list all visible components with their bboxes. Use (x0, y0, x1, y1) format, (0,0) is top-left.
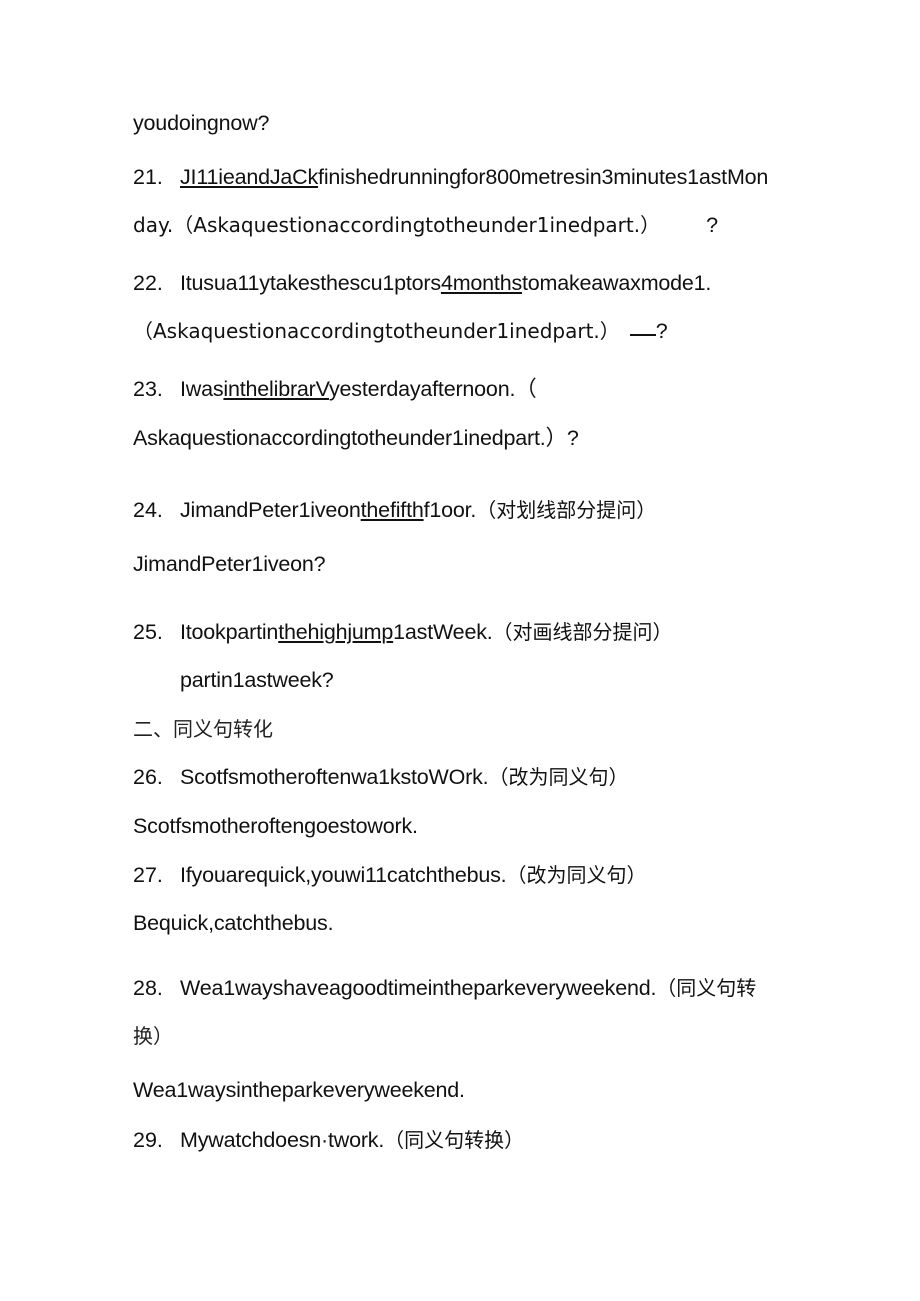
item-number-22: 22. (133, 271, 163, 295)
item-23-line-1-post: yesterdayafternoon.（ (328, 377, 537, 401)
item-25-line-1-post: 1astWeek. (393, 620, 493, 644)
item-27-instruction: （改为同义句） (506, 863, 647, 887)
item-number-24: 24. (133, 498, 163, 522)
item-22-instruction: （Askaquestionaccordingtotheunder1inedpar… (133, 319, 620, 343)
item-22-line-1-post: tomakeawaxmode1. (522, 271, 712, 295)
item-28-instruction-wrap: 换） (133, 1024, 173, 1048)
item-24-line-1: JimandPeter1iveonthefifthf1oor.（对划线部分提问） (180, 497, 656, 523)
item-22-line-2: （Askaquestionaccordingtotheunder1inedpar… (133, 318, 668, 344)
item-25-line-1: Itookpartinthehighjump1astWeek.（对画线部分提问） (180, 619, 673, 645)
item-28-line-1: Wea1wayshaveagoodtimeintheparkeveryweeke… (180, 975, 756, 1001)
item-29-instruction: （同义句转换） (384, 1128, 525, 1152)
item-21-line-1-rest: finishedrunningfor800metresin3minutes1as… (318, 165, 769, 189)
item-28-instruction: （同义句转 (656, 976, 757, 1000)
item-number-21: 21. (133, 165, 163, 189)
item-number-27: 27. (133, 863, 163, 887)
item-21-instruction: day.（Askaquestionaccordingtotheunder1ine… (133, 213, 661, 237)
item-22-line-1-pre: Itusua11ytakesthescu1ptors (180, 271, 441, 295)
item-26-line-2: Scotfsmotheroftengoestowork. (133, 814, 418, 838)
item-21-question-mark: ? (706, 213, 718, 237)
item-number-25: 25. (133, 620, 163, 644)
item-25-line-2: partin1astweek? (180, 668, 334, 692)
item-24-instruction: （对划线部分提问） (476, 498, 657, 522)
item-22-line-1: Itusua11ytakesthescu1ptors4monthstomakea… (180, 270, 711, 296)
item-26-line-1: Scotfsmotheroftenwa1kstoWOrk.（改为同义句） (180, 764, 628, 790)
item-28-line-3: Wea1waysintheparkeveryweekend. (133, 1078, 465, 1102)
item-23-line-2: Askaquestionaccordingtotheunder1inedpart… (133, 426, 579, 450)
underlined-phrase-21: JI11ieandJaCk (180, 165, 319, 189)
underlined-phrase-24: thefifth (360, 498, 424, 522)
item-29-sentence: Mywatchdoesn·twork. (180, 1128, 385, 1152)
item-26-instruction: （改为同义句） (488, 765, 629, 789)
item-28-sentence: Wea1wayshaveagoodtimeintheparkeveryweeke… (180, 976, 657, 1000)
underlined-phrase-22: 4months (440, 271, 522, 295)
item-number-23: 23. (133, 377, 163, 401)
section-heading: 二、同义句转化 (133, 717, 273, 741)
item-number-29: 29. (133, 1128, 163, 1152)
item-25-line-1-pre: Itookpartin (180, 620, 279, 644)
item-number-28: 28. (133, 976, 163, 1000)
item-26-sentence: Scotfsmotheroftenwa1kstoWOrk. (180, 765, 489, 789)
document-page: youdoingnow? 21. JI11ieandJaCkfinishedru… (0, 0, 920, 1301)
item-29-line-1: Mywatchdoesn·twork.（同义句转换） (180, 1127, 524, 1153)
item-24-line-2: JimandPeter1iveon? (133, 552, 326, 576)
item-25-instruction: （对画线部分提问） (492, 620, 673, 644)
item-22-answer-blank (629, 334, 656, 336)
item-22-question-mark: ? (655, 319, 668, 343)
carryover-text-line: youdoingnow? (133, 111, 270, 135)
item-21-line-2: day.（Askaquestionaccordingtotheunder1ine… (133, 212, 718, 238)
item-21-line-1: JI11ieandJaCkfinishedrunningfor800metres… (180, 164, 768, 190)
item-number-26: 26. (133, 765, 163, 789)
item-27-line-1: Ifyouarequick,youwi11catchthebus.（改为同义句） (180, 862, 646, 888)
item-27-sentence: Ifyouarequick,youwi11catchthebus. (180, 863, 507, 887)
item-24-line-1-post: f1oor. (423, 498, 477, 522)
item-23-line-1-pre: Iwas (180, 377, 224, 401)
underlined-phrase-25: thehighjump (278, 620, 394, 644)
item-23-line-1: IwasinthelibrarVyesterdayafternoon.（ (180, 376, 537, 402)
underlined-phrase-23: inthelibrarV (223, 377, 329, 401)
item-27-line-2: Bequick,catchthebus. (133, 911, 334, 935)
item-24-line-1-pre: JimandPeter1iveon (180, 498, 361, 522)
